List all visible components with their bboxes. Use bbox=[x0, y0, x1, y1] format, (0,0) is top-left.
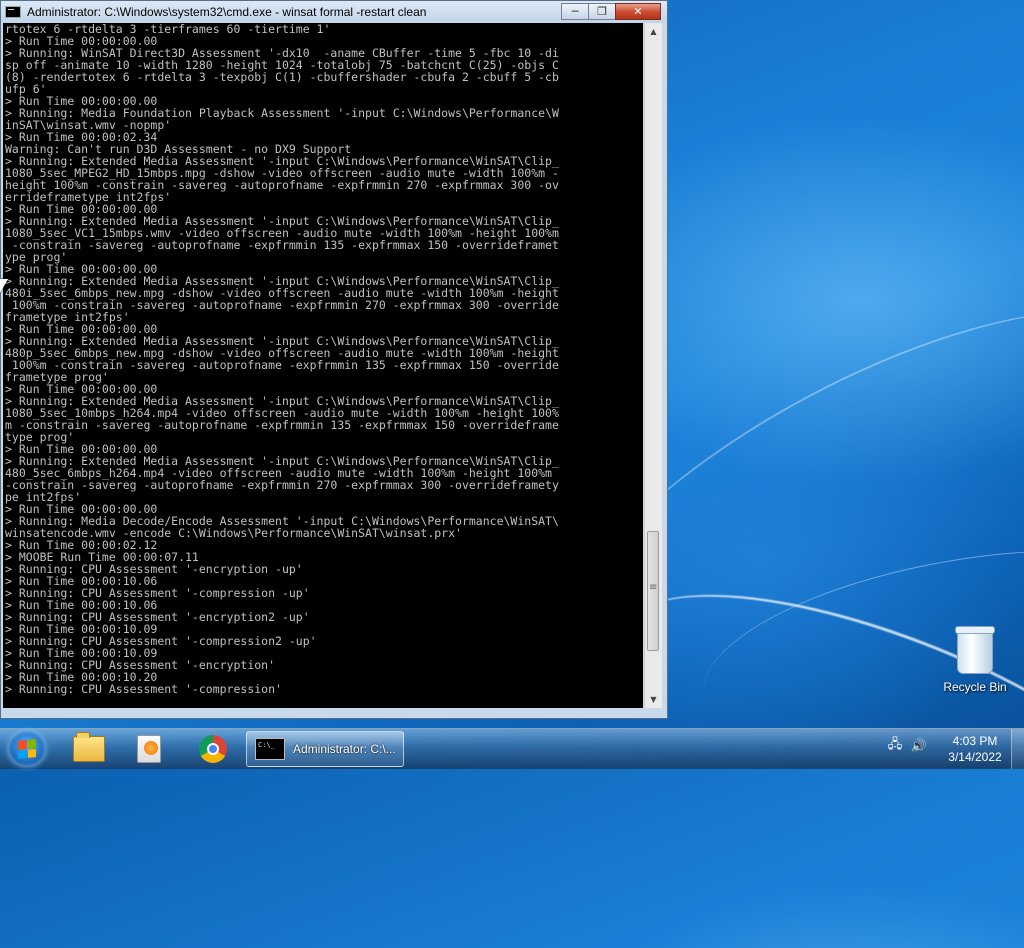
console-output[interactable]: rtotex 6 -rtdelta 3 -tierframes 60 -tier… bbox=[3, 23, 643, 708]
console-text: rtotex 6 -rtdelta 3 -tierframes 60 -tier… bbox=[3, 23, 643, 695]
recycle-bin-icon bbox=[955, 626, 995, 674]
taskbar-cmd-task[interactable]: Administrator: C:\... bbox=[246, 731, 404, 767]
close-button[interactable]: ✕ bbox=[615, 3, 661, 20]
clock[interactable]: 4:03 PM 3/14/2022 bbox=[940, 733, 1010, 765]
volume-icon[interactable]: 🔊 bbox=[910, 737, 928, 755]
show-desktop-button[interactable] bbox=[1011, 729, 1024, 769]
cmd-window[interactable]: Administrator: C:\Windows\system32\cmd.e… bbox=[0, 0, 668, 719]
media-player-icon bbox=[137, 735, 161, 763]
console-line: -constrain -savereg -autoprofname -expfr… bbox=[5, 238, 559, 252]
windows-logo-icon bbox=[18, 739, 36, 759]
taskbar-chrome-button[interactable] bbox=[184, 731, 242, 767]
taskbar-explorer-button[interactable] bbox=[60, 731, 118, 767]
cmd-icon bbox=[255, 738, 285, 760]
minimize-button[interactable]: ─ bbox=[561, 3, 589, 20]
console-line: -constrain -savereg -autoprofname -expfr… bbox=[5, 478, 559, 492]
console-line: m -constrain -savereg -autoprofname -exp… bbox=[5, 418, 559, 432]
vertical-scrollbar[interactable]: ▲ ▼ bbox=[644, 23, 662, 708]
window-title: Administrator: C:\Windows\system32\cmd.e… bbox=[27, 5, 427, 19]
start-button[interactable] bbox=[8, 731, 46, 767]
console-line: > Running: CPU Assessment '-compression' bbox=[5, 682, 282, 696]
window-bottom-border bbox=[1, 708, 667, 718]
maximize-button[interactable]: ❐ bbox=[588, 3, 616, 20]
desktop-icon-recycle-bin[interactable]: Recycle Bin bbox=[940, 626, 1010, 694]
console-line: (8) -rendertotex 6 -rtdelta 3 -texpobj C… bbox=[5, 70, 559, 84]
clock-time: 4:03 PM bbox=[952, 734, 998, 748]
title-bar[interactable]: Administrator: C:\Windows\system32\cmd.e… bbox=[1, 1, 667, 23]
chrome-icon bbox=[199, 735, 227, 763]
system-tray: 🖧 🔊 bbox=[886, 737, 934, 755]
folder-icon bbox=[73, 732, 105, 762]
window-controls: ─ ❐ ✕ bbox=[561, 3, 661, 20]
scroll-up-arrow-icon[interactable]: ▲ bbox=[645, 23, 662, 40]
taskbar-task-label: Administrator: C:\... bbox=[293, 742, 396, 756]
scroll-thumb[interactable] bbox=[647, 531, 659, 651]
desktop-icon-label: Recycle Bin bbox=[943, 680, 1007, 694]
cmd-icon bbox=[5, 6, 21, 18]
mouse-cursor-icon bbox=[0, 279, 8, 293]
scroll-down-arrow-icon[interactable]: ▼ bbox=[645, 691, 662, 708]
taskbar: Administrator: C:\... 🖧 🔊 4:03 PM 3/14/2… bbox=[0, 728, 1024, 769]
network-icon[interactable]: 🖧 bbox=[886, 737, 904, 755]
taskbar-media-player-button[interactable] bbox=[120, 731, 178, 767]
clock-date: 3/14/2022 bbox=[948, 750, 1002, 764]
